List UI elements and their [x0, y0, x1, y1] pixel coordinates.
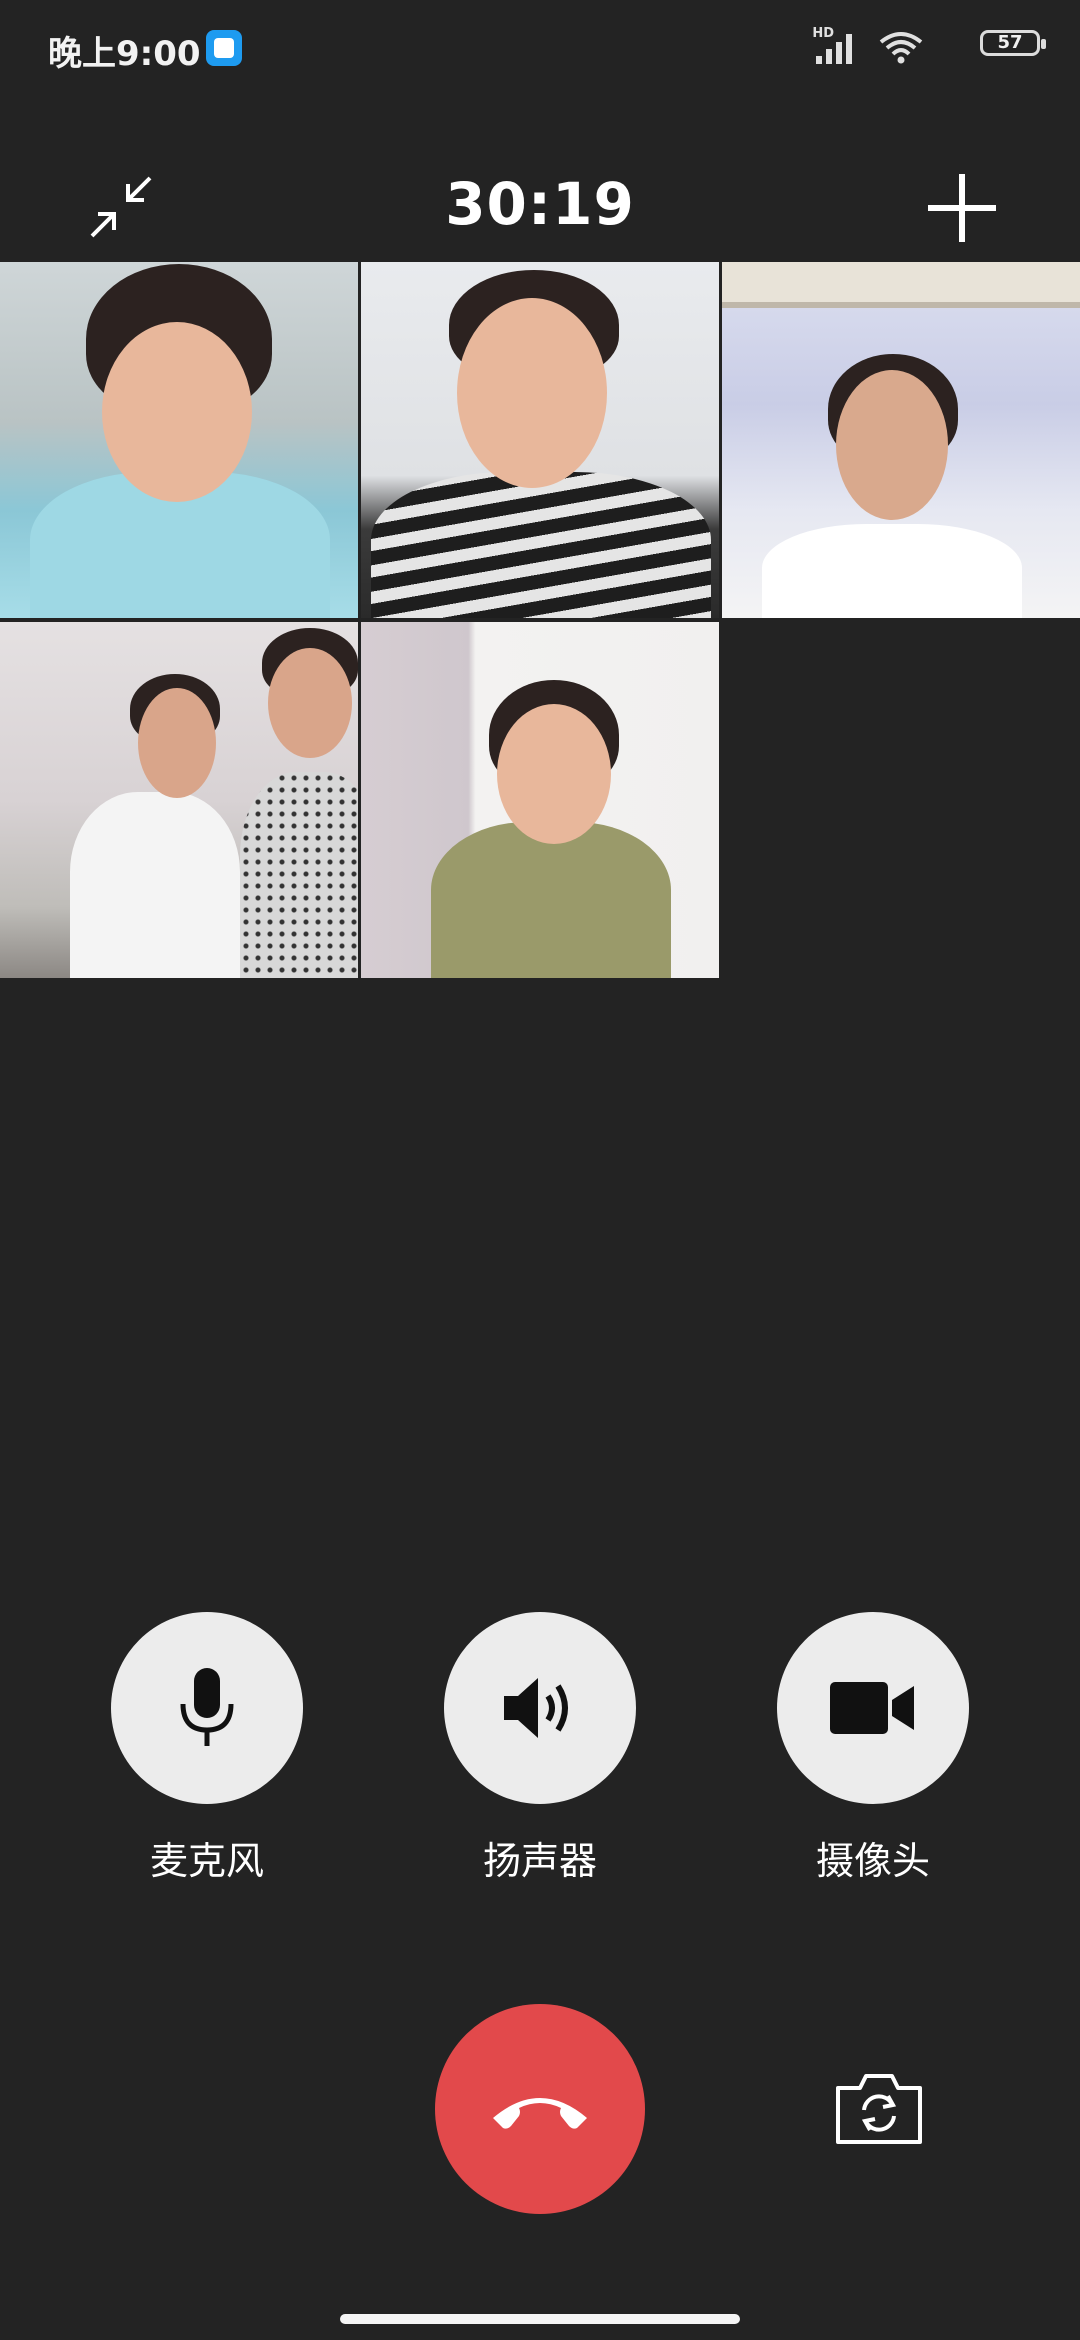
participant-face: [836, 370, 948, 520]
participant-face: [268, 648, 352, 758]
participant-face: [457, 298, 607, 488]
speaker-icon: [504, 1678, 568, 1738]
status-bar: 晚上9:00 HD 57: [0, 0, 1080, 96]
app-notification-icon: [206, 30, 242, 66]
video-call-screen: 晚上9:00 HD 57 30:19 麦克风 扬声器 摄像头: [0, 0, 1080, 2340]
status-time: 晚上9:00: [48, 34, 201, 74]
participant-body: [431, 822, 671, 978]
plus-icon[interactable]: [926, 172, 998, 244]
speaker-label: 扬声器: [482, 1839, 597, 1883]
participant-face: [497, 704, 611, 844]
speaker-button[interactable]: [444, 1612, 636, 1804]
call-controls: 麦克风 扬声器 摄像头: [0, 1612, 1080, 1892]
wall-painting: [722, 262, 1080, 308]
camera-label: 摄像头: [815, 1839, 930, 1883]
call-timer: 30:19: [445, 170, 635, 238]
hangup-button[interactable]: [435, 2004, 645, 2214]
battery-icon: 57: [980, 30, 1046, 56]
participant-video-5[interactable]: [361, 622, 719, 978]
video-grid: [0, 262, 1080, 982]
speaker-control[interactable]: 扬声器: [444, 1612, 636, 1892]
participant-video-4[interactable]: [0, 622, 358, 978]
home-indicator[interactable]: [340, 2314, 740, 2324]
camera-button[interactable]: [777, 1612, 969, 1804]
switch-camera-icon[interactable]: [834, 2070, 924, 2146]
microphone-control[interactable]: 麦克风: [111, 1612, 303, 1892]
phone-hangup-icon: [493, 2098, 587, 2129]
video-camera-icon: [830, 1682, 914, 1734]
participant-video-3[interactable]: [722, 262, 1080, 618]
participant-video-1[interactable]: [0, 262, 358, 618]
microphone-icon: [180, 1668, 234, 1746]
wifi-icon: [879, 32, 923, 64]
participant-face: [102, 322, 252, 502]
battery-level: 57: [997, 32, 1023, 53]
microphone-button[interactable]: [111, 1612, 303, 1804]
camera-control[interactable]: 摄像头: [777, 1612, 969, 1892]
participant-video-2[interactable]: [361, 262, 719, 618]
participant-body: [240, 772, 358, 978]
participant-body: [70, 792, 240, 978]
participant-body: [371, 472, 711, 618]
participant-body: [762, 524, 1022, 618]
microphone-label: 麦克风: [149, 1839, 264, 1883]
call-header: 30:19: [0, 150, 1080, 262]
status-icons: HD 57: [780, 26, 1046, 70]
participant-face: [138, 688, 216, 798]
cellular-signal-icon: [816, 34, 852, 64]
